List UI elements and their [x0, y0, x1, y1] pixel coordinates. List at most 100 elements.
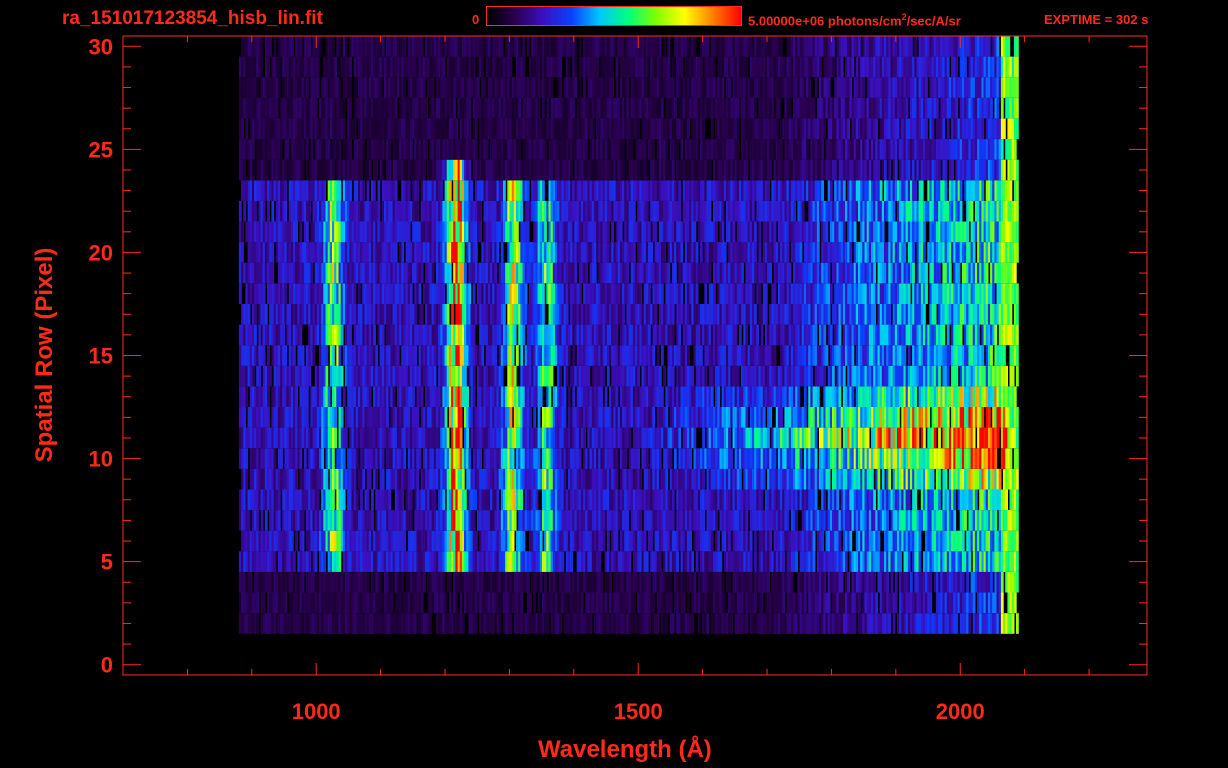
- heatmap-cell: [256, 592, 259, 614]
- heatmap-cell: [964, 510, 967, 531]
- heatmap-cell: [615, 530, 619, 552]
- heatmap-cell: [565, 365, 569, 387]
- heatmap-cell: [360, 489, 363, 511]
- heatmap-cell: [277, 510, 281, 531]
- heatmap-cell: [1005, 365, 1008, 387]
- heatmap-cell: [739, 324, 742, 346]
- heatmap-cell: [466, 427, 469, 449]
- heatmap-cell: [537, 448, 541, 469]
- heatmap-cell: [933, 427, 937, 449]
- heatmap-cell: [256, 613, 259, 634]
- heatmap-cell: [907, 551, 911, 572]
- heatmap-cell: [652, 345, 656, 366]
- heatmap-cell: [371, 510, 374, 531]
- heatmap-cell: [334, 407, 337, 428]
- heatmap-cell: [877, 468, 881, 490]
- heatmap-cell: [245, 448, 249, 469]
- heatmap-cell: [340, 324, 344, 346]
- heatmap-cell: [355, 448, 359, 469]
- heatmap-cell: [749, 530, 753, 552]
- heatmap-cell: [349, 324, 353, 346]
- heatmap-cell: [773, 345, 777, 366]
- heatmap-cell: [790, 571, 794, 593]
- heatmap-cell: [974, 489, 978, 511]
- heatmap-cell: [907, 489, 911, 511]
- heatmap-cell: [1016, 530, 1019, 552]
- heatmap-cell: [938, 468, 941, 490]
- heatmap-cell: [994, 448, 998, 469]
- heatmap-cell: [366, 489, 370, 511]
- heatmap-cell: [306, 407, 309, 428]
- heatmap-cell: [338, 345, 342, 366]
- heatmap-cell: [827, 468, 831, 490]
- heatmap-cell: [520, 592, 524, 614]
- heatmap-cell: [602, 530, 606, 552]
- heatmap-cell: [442, 489, 446, 511]
- heatmap-cell: [459, 427, 463, 449]
- heatmap-cell: [927, 407, 931, 428]
- heatmap-cell: [845, 551, 848, 572]
- heatmap-cell: [723, 592, 727, 614]
- heatmap-cell: [710, 530, 714, 552]
- heatmap-cell: [853, 613, 857, 634]
- heatmap-cell: [648, 571, 651, 593]
- heatmap-cell: [873, 571, 876, 593]
- heatmap-cell: [496, 489, 500, 511]
- heatmap-cell: [403, 530, 407, 552]
- heatmap-cell: [325, 365, 329, 387]
- heatmap-cell: [249, 571, 253, 593]
- heatmap-cell: [567, 345, 571, 366]
- heatmap-cell: [669, 571, 673, 593]
- heatmap-cell: [316, 489, 320, 511]
- heatmap-cell: [511, 448, 515, 469]
- heatmap-cell: [277, 489, 281, 511]
- heatmap-cell: [810, 365, 814, 387]
- heatmap-cell: [1003, 345, 1006, 366]
- heatmap-cell: [838, 530, 842, 552]
- heatmap-cell: [929, 592, 933, 614]
- heatmap-cell: [479, 448, 482, 469]
- heatmap-cell: [851, 386, 855, 407]
- heatmap-cell: [267, 345, 270, 366]
- heatmap-cell: [1016, 510, 1019, 531]
- heatmap-cell: [563, 407, 567, 428]
- heatmap-cell: [929, 571, 933, 593]
- heatmap-cell: [1016, 489, 1019, 511]
- heatmap-cell: [533, 592, 537, 614]
- heatmap-cell: [567, 386, 571, 407]
- heatmap-cell: [728, 571, 731, 593]
- heatmap-cell: [645, 448, 649, 469]
- heatmap-cell: [691, 365, 695, 387]
- heatmap-cell: [693, 427, 697, 449]
- heatmap-cell: [745, 324, 749, 346]
- heatmap-cell: [990, 345, 993, 366]
- heatmap-cell: [875, 592, 879, 614]
- heatmap-cell: [606, 365, 610, 387]
- heatmap-cell: [615, 448, 619, 469]
- heatmap-cell: [799, 448, 803, 469]
- heatmap-cell: [362, 468, 366, 490]
- heatmap-cell: [639, 510, 643, 531]
- heatmap-cell: [1016, 324, 1019, 346]
- heatmap-cell: [1000, 592, 1004, 614]
- heatmap-cell: [1016, 345, 1019, 366]
- heatmap-cell: [381, 448, 385, 469]
- heatmap-cell: [886, 510, 889, 531]
- heatmap-cell: [650, 530, 653, 552]
- heatmap-cell: [340, 407, 344, 428]
- heatmap-cell: [645, 551, 649, 572]
- heatmap-cell: [559, 365, 563, 387]
- heatmap-cell: [1011, 365, 1015, 387]
- heatmap-cell: [938, 427, 941, 449]
- heatmap-cell: [494, 345, 498, 366]
- heatmap-cell: [609, 571, 612, 593]
- heatmap-cell: [760, 592, 764, 614]
- heatmap-cell: [1013, 592, 1017, 614]
- heatmap-cell: [578, 448, 582, 469]
- heatmap-cell: [873, 489, 876, 511]
- heatmap-cell: [464, 489, 467, 511]
- heatmap-cell: [1013, 386, 1017, 407]
- heatmap-cell: [745, 510, 749, 531]
- heatmap-cell: [695, 551, 699, 572]
- heatmap-cell: [301, 345, 305, 366]
